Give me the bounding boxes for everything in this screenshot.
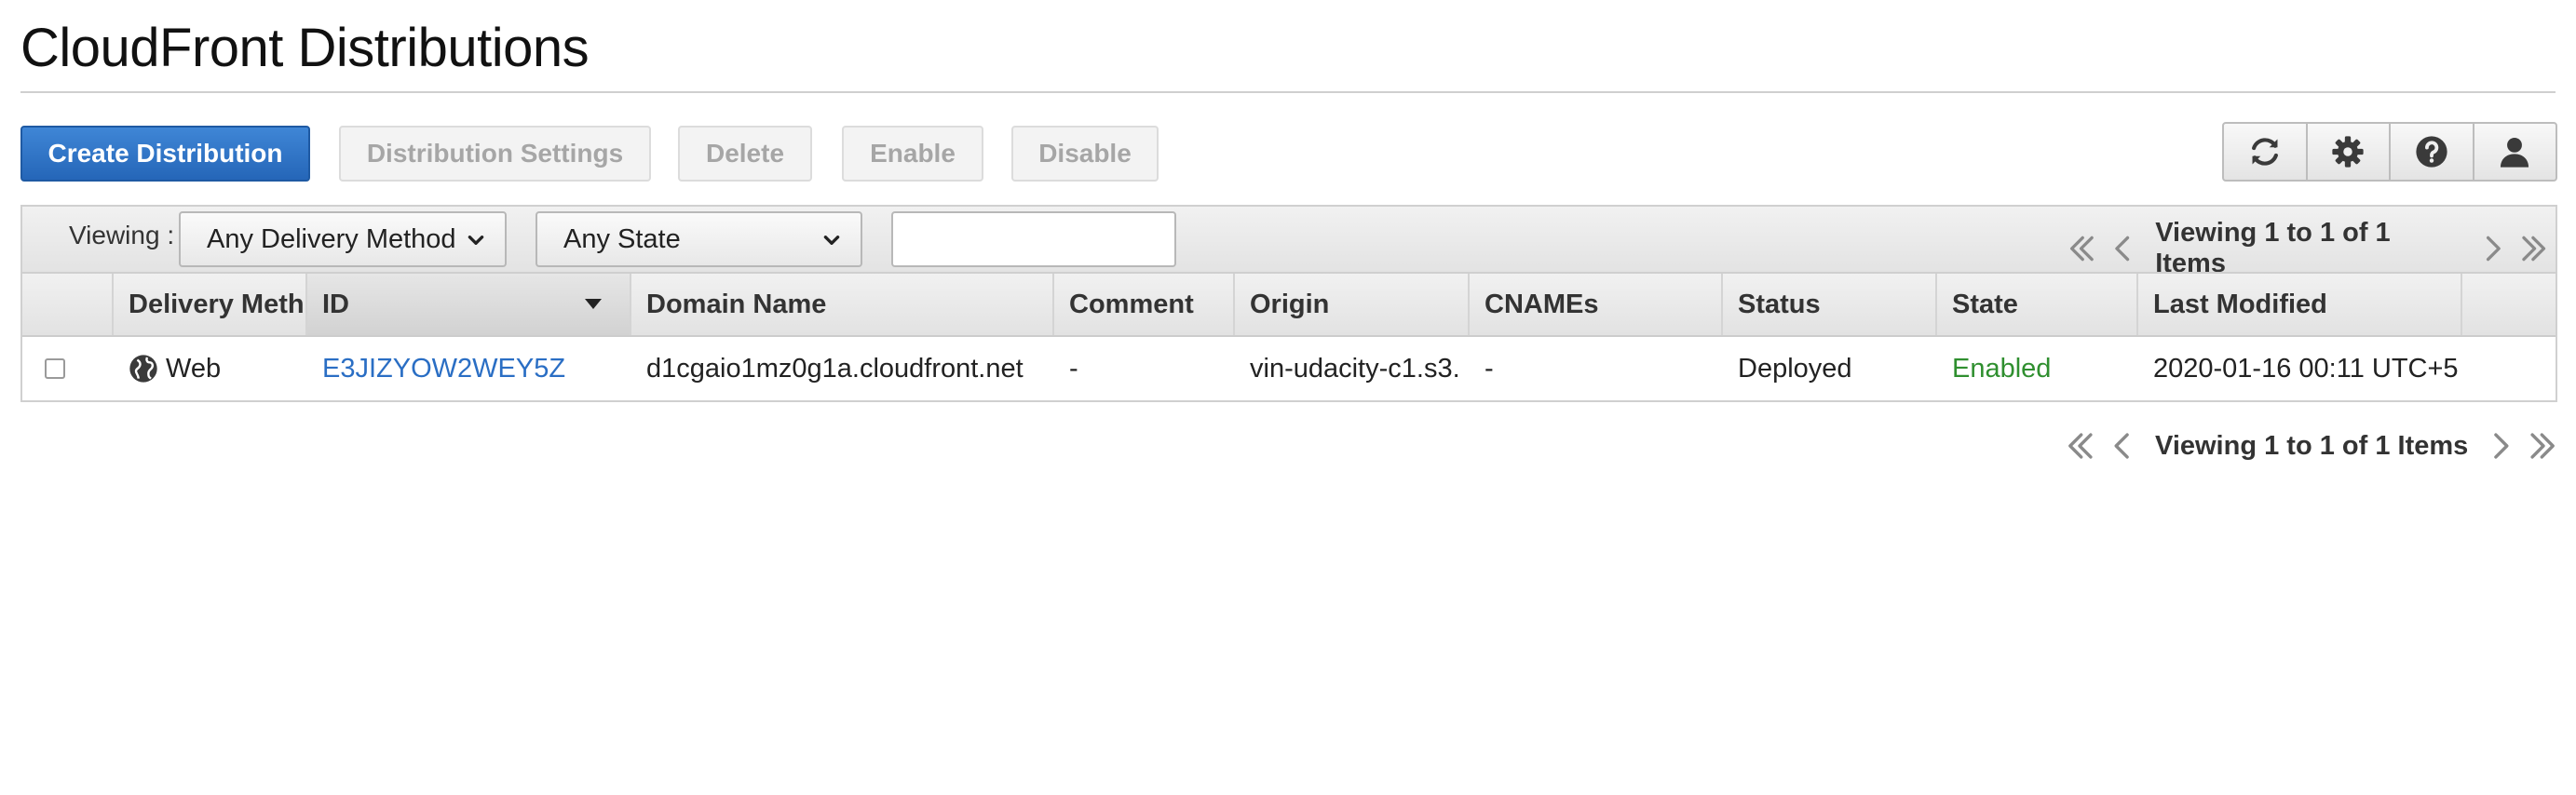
column-header-select [22,274,114,335]
delivery-method-select[interactable]: Any Delivery Method [179,211,507,267]
next-page-icon[interactable] [2477,233,2508,264]
chevron-down-icon [468,236,484,245]
table-header: Delivery Meth ID Domain Name Comment Ori… [22,274,2556,337]
pagination-top: Viewing 1 to 1 of 1 Items [2060,218,2556,279]
toolbar-icon-group [2222,122,2557,182]
settings-button[interactable] [2308,124,2391,180]
column-header-last-modified[interactable]: Last Modified [2138,274,2462,335]
previous-page-icon[interactable] [2107,430,2138,462]
last-modified-cell: 2020-01-16 00:11 UTC+5 [2153,353,2459,384]
distribution-id-link[interactable]: E3JIZYOW2WEY5Z [322,354,565,384]
column-header-id[interactable]: ID [307,274,631,335]
enable-button[interactable]: Enable [842,126,983,182]
status-cell: Deployed [1738,353,1852,384]
filter-bar: Viewing : Any Delivery Method Any State … [20,205,2557,278]
last-page-icon[interactable] [2519,233,2550,264]
table-row[interactable]: Web E3JIZYOW2WEY5Z d1cgaio1mz0g1a.cloudf… [22,337,2556,400]
pagination-summary: Viewing 1 to 1 of 1 Items [2155,430,2469,461]
domain-name-cell: d1cgaio1mz0g1a.cloudfront.net [646,353,1024,384]
delivery-method-cell: Web [114,337,307,400]
gear-icon [2332,136,2364,168]
state-select[interactable]: Any State [536,211,862,267]
previous-page-icon[interactable] [2108,233,2138,264]
column-header-domain-name[interactable]: Domain Name [631,274,1054,335]
sort-desc-icon [585,299,602,309]
state-value: Any State [563,223,681,254]
extra-cell [2462,337,2556,400]
column-header-extra [2462,274,2556,335]
help-button[interactable] [2391,124,2474,180]
help-icon [2416,136,2447,168]
refresh-icon [2251,138,2278,166]
delivery-method-value: Web [166,353,222,384]
pagination-summary: Viewing 1 to 1 of 1 Items [2155,218,2391,278]
row-select-cell [22,337,114,400]
cnames-cell: - [1485,353,1494,384]
search-input[interactable] [891,211,1176,267]
globe-icon [129,355,157,383]
refresh-button[interactable] [2224,124,2308,180]
column-header-comment[interactable]: Comment [1054,274,1235,335]
pagination-bottom: Viewing 1 to 1 of 1 Items [2058,430,2565,462]
title-divider [20,91,2556,93]
disable-button[interactable]: Disable [1011,126,1159,182]
next-page-icon[interactable] [2485,430,2516,462]
first-page-icon[interactable] [2066,233,2096,264]
delivery-method-value: Any Delivery Method [207,223,456,254]
comment-cell: - [1069,353,1078,384]
viewing-label: Viewing : [69,221,175,249]
column-header-status[interactable]: Status [1723,274,1937,335]
column-header-origin[interactable]: Origin [1235,274,1470,335]
column-header-state[interactable]: State [1937,274,2138,335]
distributions-table: Delivery Meth ID Domain Name Comment Ori… [20,272,2557,402]
origin-cell: vin-udacity-c1.s3. [1250,353,1460,384]
row-checkbox[interactable] [45,358,65,379]
column-header-cnames[interactable]: CNAMEs [1470,274,1723,335]
create-distribution-button[interactable]: Create Distribution [20,126,310,182]
first-page-icon[interactable] [2064,430,2095,462]
account-button[interactable] [2474,124,2556,180]
distribution-settings-button[interactable]: Distribution Settings [339,126,651,182]
delete-button[interactable]: Delete [678,126,812,182]
column-header-delivery-method[interactable]: Delivery Meth [114,274,307,335]
chevron-down-icon [823,236,840,245]
page-title: CloudFront Distributions [20,18,590,78]
user-icon [2501,137,2529,168]
state-cell: Enabled [1952,353,2052,384]
column-header-id-label: ID [322,289,349,319]
last-page-icon[interactable] [2528,430,2559,462]
id-cell: E3JIZYOW2WEY5Z [307,337,631,400]
